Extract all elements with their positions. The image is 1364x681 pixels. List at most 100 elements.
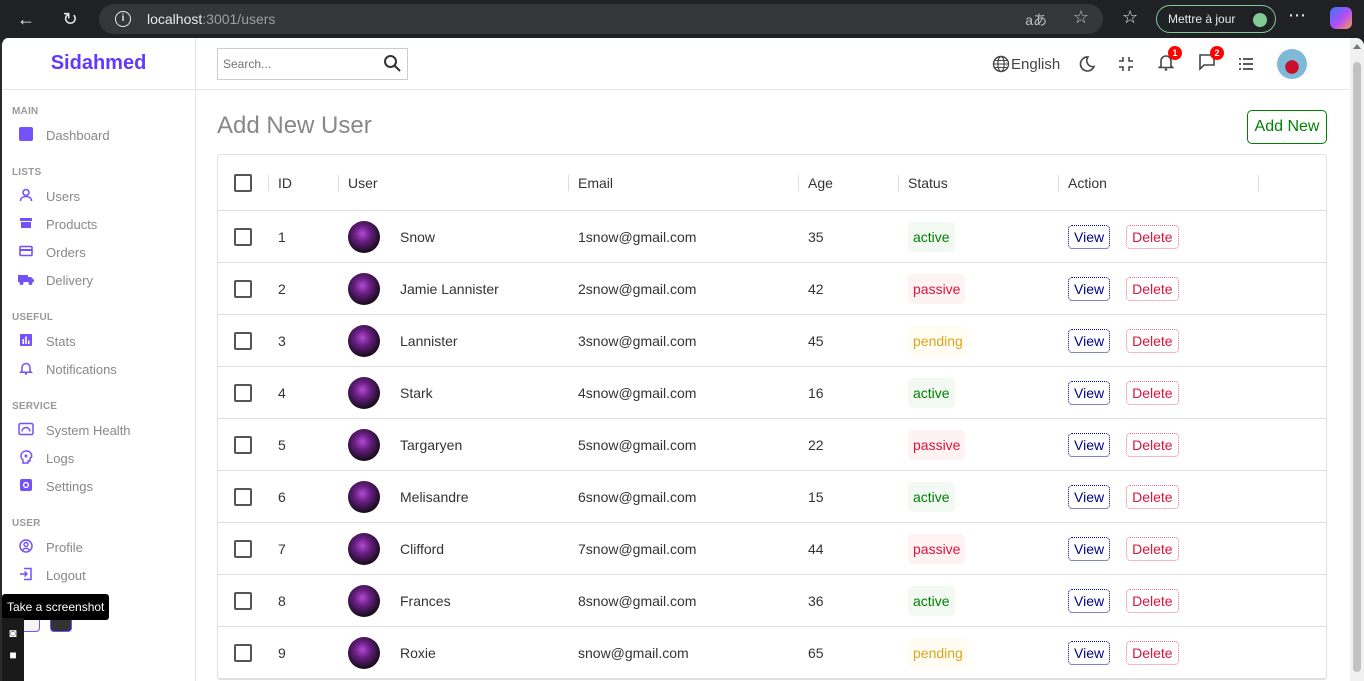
view-button[interactable]: View <box>1068 380 1111 405</box>
column-header-action[interactable]: Action <box>1068 155 1107 210</box>
sidebar-item-profile[interactable]: Profile <box>2 533 195 561</box>
table-row[interactable]: 9 Roxie snow@gmail.com 65 pending View Delete <box>218 627 1326 679</box>
add-new-button[interactable]: Add New <box>1247 110 1327 144</box>
logo[interactable]: Sidahmed <box>51 52 147 75</box>
camera-icon[interactable]: ◙ <box>2 626 24 640</box>
table-row[interactable]: 7 Clifford 7snow@gmail.com 44 passive View Del… <box>218 523 1326 575</box>
row-checkbox[interactable] <box>234 591 252 610</box>
table-row[interactable]: 3 Lannister 3snow@gmail.com 45 pending View De… <box>218 315 1326 367</box>
list-icon[interactable] <box>1238 52 1254 76</box>
view-button[interactable]: View <box>1068 588 1111 613</box>
back-arrow-icon[interactable]: ← <box>14 7 38 31</box>
address-bar[interactable]: i localhost:3001/users aあ ☆ <box>99 4 1103 34</box>
column-separator[interactable] <box>338 175 339 191</box>
sidebar-item-label: Notifications <box>46 361 117 377</box>
sidebar-item-logout[interactable]: Logout <box>2 561 195 589</box>
column-separator[interactable] <box>798 175 799 191</box>
row-checkbox[interactable] <box>234 227 252 246</box>
copilot-icon[interactable] <box>1330 7 1352 29</box>
sidebar-item-orders[interactable]: Orders <box>2 238 195 266</box>
scroll-up-icon[interactable] <box>1353 44 1361 49</box>
url-text[interactable]: localhost:3001/users <box>147 11 275 27</box>
view-button[interactable]: View <box>1068 484 1111 509</box>
favorites-icon[interactable]: ☆ <box>1122 7 1138 28</box>
language-selector[interactable]: English <box>992 52 1060 76</box>
view-button[interactable]: View <box>1068 432 1111 457</box>
row-checkbox[interactable] <box>234 435 252 454</box>
row-checkbox-cell <box>234 315 252 366</box>
sidebar-item-delivery[interactable]: Delivery <box>2 266 195 294</box>
view-button[interactable]: View <box>1068 536 1111 561</box>
sidebar-item-dashboard[interactable]: Dashboard <box>2 121 195 149</box>
row-checkbox-cell <box>234 263 252 314</box>
sidebar-item-logs[interactable]: Logs <box>2 444 195 472</box>
cell-user: Roxie <box>348 627 436 678</box>
sidebar-item-stats[interactable]: Stats <box>2 327 195 355</box>
info-icon[interactable]: i <box>115 11 131 27</box>
sidebar-item-label: Delivery <box>46 272 93 288</box>
table-row[interactable]: 1 Snow 1snow@gmail.com 35 active View Delete <box>218 211 1326 263</box>
update-button[interactable]: Mettre à jour <box>1156 5 1276 33</box>
delete-button[interactable]: Delete <box>1126 380 1179 405</box>
column-separator[interactable] <box>1058 175 1059 191</box>
column-separator[interactable] <box>1258 175 1259 191</box>
search-icon[interactable] <box>383 54 401 77</box>
column-separator[interactable] <box>568 175 569 191</box>
sidebar-item-notifications[interactable]: Notifications <box>2 355 195 383</box>
column-header-id[interactable]: ID <box>278 155 292 210</box>
column-separator[interactable] <box>898 175 899 191</box>
cell-status: passive <box>908 523 966 574</box>
sidebar-item-users[interactable]: Users <box>2 182 195 210</box>
column-separator[interactable] <box>268 175 269 191</box>
sidebar-item-label: Users <box>46 188 80 204</box>
row-checkbox[interactable] <box>234 643 252 662</box>
view-button[interactable]: View <box>1068 640 1111 665</box>
messages-button[interactable]: 2 <box>1198 46 1224 76</box>
cell-status: passive <box>908 419 966 470</box>
delete-button[interactable]: Delete <box>1126 536 1179 561</box>
reload-icon[interactable]: ↻ <box>58 7 82 31</box>
delete-button[interactable]: Delete <box>1126 484 1179 509</box>
search-input[interactable] <box>218 49 368 79</box>
table-row[interactable]: 8 Frances 8snow@gmail.com 36 active View Delet… <box>218 575 1326 627</box>
more-menu-icon[interactable]: ⋯ <box>1288 5 1306 26</box>
table-row[interactable]: 6 Melisandre 6snow@gmail.com 15 active View De… <box>218 471 1326 523</box>
view-button[interactable]: View <box>1068 328 1111 353</box>
row-checkbox[interactable] <box>234 487 252 506</box>
table-row[interactable]: 2 Jamie Lannister 2snow@gmail.com 42 passive… <box>218 263 1326 315</box>
cell-email: snow@gmail.com <box>578 644 689 661</box>
status-badge: passive <box>908 429 966 460</box>
row-checkbox[interactable] <box>234 539 252 558</box>
delete-button[interactable]: Delete <box>1126 432 1179 457</box>
column-header-user[interactable]: User <box>348 155 378 210</box>
fullscreen-exit-icon[interactable] <box>1118 52 1134 76</box>
view-button[interactable]: View <box>1068 276 1111 301</box>
avatar[interactable] <box>1277 49 1307 79</box>
delete-button[interactable]: Delete <box>1126 640 1179 665</box>
delete-button[interactable]: Delete <box>1126 328 1179 353</box>
delete-button[interactable]: Delete <box>1126 276 1179 301</box>
page-scrollbar[interactable] <box>1350 38 1364 681</box>
delete-button[interactable]: Delete <box>1126 224 1179 249</box>
translate-icon[interactable]: aあ <box>1025 10 1047 30</box>
row-checkbox[interactable] <box>234 279 252 298</box>
select-all-checkbox[interactable] <box>234 173 252 192</box>
column-header-status[interactable]: Status <box>908 155 948 210</box>
row-checkbox[interactable] <box>234 383 252 402</box>
scroll-thumb[interactable] <box>1353 62 1361 672</box>
sidebar-item-settings[interactable]: Settings <box>2 472 195 500</box>
table-row[interactable]: 4 Stark 4snow@gmail.com 16 active View Delete <box>218 367 1326 419</box>
table-row[interactable]: 5 Targaryen 5snow@gmail.com 22 passive View De… <box>218 419 1326 471</box>
column-header-age[interactable]: Age <box>808 155 833 210</box>
row-checkbox[interactable] <box>234 331 252 350</box>
video-icon[interactable]: ■ <box>2 648 24 662</box>
sidebar-item-products[interactable]: Products <box>2 210 195 238</box>
view-button[interactable]: View <box>1068 224 1111 249</box>
notifications-bell[interactable]: 1 <box>1157 46 1182 76</box>
delete-button[interactable]: Delete <box>1126 588 1179 613</box>
sidebar-item-system-health[interactable]: System Health <box>2 416 195 444</box>
dark-mode-icon[interactable] <box>1078 52 1096 76</box>
cell-action: View Delete <box>1068 523 1179 574</box>
column-header-email[interactable]: Email <box>578 155 613 210</box>
star-icon[interactable]: ☆ <box>1073 7 1089 28</box>
